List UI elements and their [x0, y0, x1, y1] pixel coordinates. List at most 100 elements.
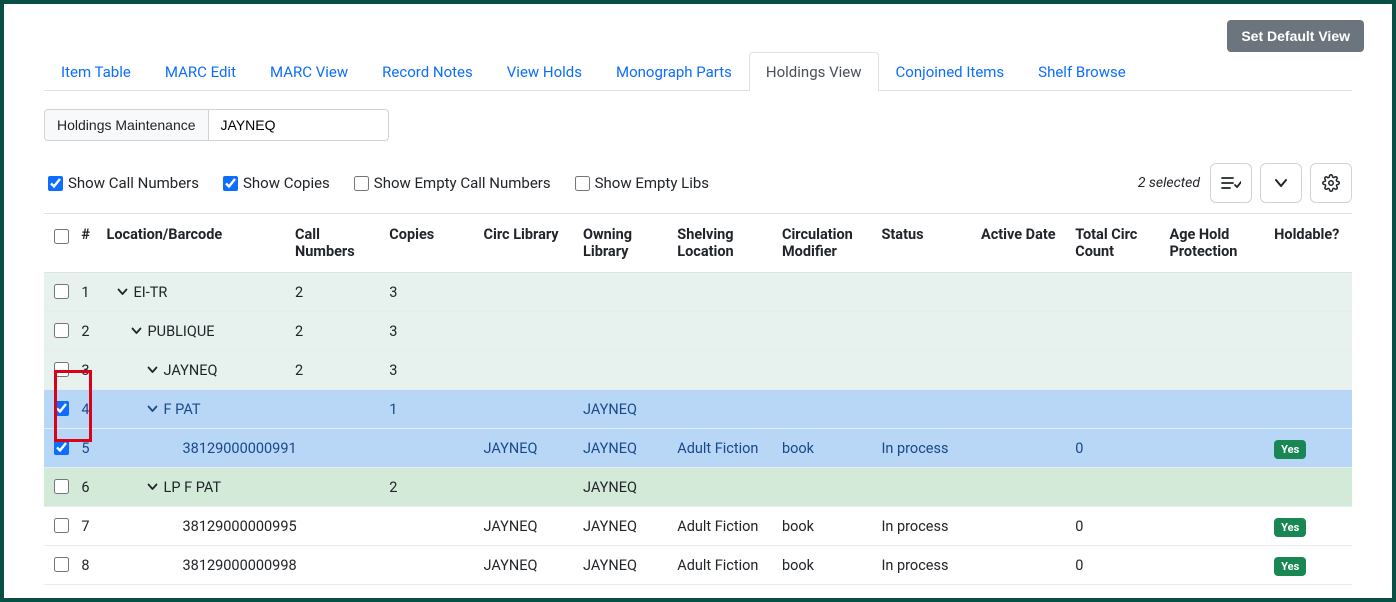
- age-hold-cell: [1163, 273, 1268, 312]
- col-age-hold[interactable]: Age Hold Protection: [1163, 214, 1268, 273]
- age-hold-cell: [1163, 351, 1268, 390]
- tab-conjoined-items[interactable]: Conjoined Items: [879, 52, 1022, 91]
- holdable-cell: [1268, 351, 1352, 390]
- tab-monograph-parts[interactable]: Monograph Parts: [599, 52, 749, 91]
- circ-modifier-cell: book: [776, 429, 875, 468]
- circ-library-cell: [478, 351, 577, 390]
- copies-cell: [383, 546, 477, 585]
- table-row[interactable]: 6LP F PAT2JAYNEQ: [44, 468, 1352, 507]
- show-copies-input[interactable]: [223, 176, 238, 191]
- age-hold-cell: [1163, 390, 1268, 429]
- status-cell: [875, 390, 974, 429]
- row-checkbox[interactable]: [54, 401, 69, 416]
- col-copies[interactable]: Copies: [383, 214, 477, 273]
- tab-holdings-view[interactable]: Holdings View: [749, 52, 879, 91]
- dropdown-button[interactable]: [1260, 163, 1302, 203]
- total-circ-cell: [1069, 312, 1163, 351]
- settings-button[interactable]: [1310, 163, 1352, 203]
- tab-item-table[interactable]: Item Table: [44, 52, 148, 91]
- tab-record-notes[interactable]: Record Notes: [365, 52, 490, 91]
- show-call-numbers-checkbox[interactable]: Show Call Numbers: [44, 173, 199, 194]
- status-cell: [875, 468, 974, 507]
- select-all-checkbox[interactable]: [54, 229, 69, 244]
- row-checkbox[interactable]: [54, 362, 69, 377]
- col-holdable[interactable]: Holdable?: [1268, 214, 1352, 273]
- show-copies-label: Show Copies: [243, 174, 330, 192]
- col-owning-library[interactable]: Owning Library: [577, 214, 671, 273]
- row-checkbox[interactable]: [54, 557, 69, 572]
- row-checkbox[interactable]: [54, 479, 69, 494]
- table-row[interactable]: 1EI-TR23: [44, 273, 1352, 312]
- col-num[interactable]: #: [75, 214, 100, 273]
- shelving-location-cell: [671, 468, 776, 507]
- circ-modifier-cell: [776, 390, 875, 429]
- location-label: F PAT: [164, 401, 201, 418]
- col-shelving-location[interactable]: Shelving Location: [671, 214, 776, 273]
- tab-view-holds[interactable]: View Holds: [490, 52, 599, 91]
- call-numbers-cell: 2: [289, 351, 383, 390]
- chevron-down-icon: [147, 483, 158, 491]
- circ-library-cell: [478, 273, 577, 312]
- copies-cell: [383, 507, 477, 546]
- location-input[interactable]: [209, 109, 389, 141]
- row-checkbox[interactable]: [54, 440, 69, 455]
- circ-library-cell: JAYNEQ: [478, 507, 577, 546]
- tab-marc-view[interactable]: MARC View: [253, 52, 365, 91]
- location-label: JAYNEQ: [164, 362, 218, 379]
- shelving-location-cell: Adult Fiction: [671, 507, 776, 546]
- owning-library-cell: JAYNEQ: [577, 546, 671, 585]
- expand-toggle[interactable]: LP F PAT: [147, 479, 222, 496]
- expand-toggle[interactable]: EI-TR: [117, 284, 168, 301]
- col-circ-modifier[interactable]: Circulation Modifier: [776, 214, 875, 273]
- copies-cell: 3: [383, 312, 477, 351]
- total-circ-cell: [1069, 390, 1163, 429]
- list-check-icon: [1221, 175, 1241, 191]
- row-checkbox[interactable]: [54, 518, 69, 533]
- col-circ-library[interactable]: Circ Library: [478, 214, 577, 273]
- table-row[interactable]: 3JAYNEQ23: [44, 351, 1352, 390]
- total-circ-cell: [1069, 351, 1163, 390]
- col-total-circ[interactable]: Total Circ Count: [1069, 214, 1163, 273]
- show-empty-libs-input[interactable]: [575, 176, 590, 191]
- status-cell: [875, 351, 974, 390]
- table-row[interactable]: 838129000000998JAYNEQJAYNEQAdult Fiction…: [44, 546, 1352, 585]
- row-number: 8: [75, 546, 100, 585]
- set-default-view-button[interactable]: Set Default View: [1227, 20, 1364, 52]
- row-number: 1: [75, 273, 100, 312]
- holdings-maintenance-button[interactable]: Holdings Maintenance: [44, 109, 209, 141]
- table-row[interactable]: 538129000000991JAYNEQJAYNEQAdult Fiction…: [44, 429, 1352, 468]
- total-circ-cell: [1069, 273, 1163, 312]
- col-call-numbers[interactable]: Call Numbers: [289, 214, 383, 273]
- location-label: LP F PAT: [164, 479, 222, 496]
- row-checkbox[interactable]: [54, 284, 69, 299]
- shelving-location-cell: [671, 351, 776, 390]
- call-numbers-cell: [289, 429, 383, 468]
- col-active-date[interactable]: Active Date: [975, 214, 1069, 273]
- show-empty-libs-label: Show Empty Libs: [595, 174, 709, 192]
- row-checkbox[interactable]: [54, 323, 69, 338]
- expand-toggle[interactable]: PUBLIQUE: [131, 323, 215, 340]
- expand-toggle[interactable]: JAYNEQ: [147, 362, 218, 379]
- table-row[interactable]: 4F PAT1JAYNEQ: [44, 390, 1352, 429]
- circ-library-cell: [478, 468, 577, 507]
- show-call-numbers-input[interactable]: [48, 176, 63, 191]
- actions-button[interactable]: [1210, 163, 1252, 203]
- circ-modifier-cell: [776, 468, 875, 507]
- holdable-cell: [1268, 273, 1352, 312]
- expand-toggle[interactable]: F PAT: [147, 401, 201, 418]
- owning-library-cell: [577, 273, 671, 312]
- tab-marc-edit[interactable]: MARC Edit: [148, 52, 253, 91]
- location-label: EI-TR: [134, 284, 168, 301]
- owning-library-cell: JAYNEQ: [577, 507, 671, 546]
- show-empty-libs-checkbox[interactable]: Show Empty Libs: [571, 173, 709, 194]
- show-empty-call-numbers-input[interactable]: [354, 176, 369, 191]
- tab-shelf-browse[interactable]: Shelf Browse: [1021, 52, 1143, 91]
- show-copies-checkbox[interactable]: Show Copies: [219, 173, 330, 194]
- col-location[interactable]: Location/Barcode: [101, 214, 290, 273]
- col-status[interactable]: Status: [875, 214, 974, 273]
- table-row[interactable]: 2PUBLIQUE23: [44, 312, 1352, 351]
- barcode-label: 38129000000998: [183, 557, 297, 574]
- active-date-cell: [975, 312, 1069, 351]
- show-empty-call-numbers-checkbox[interactable]: Show Empty Call Numbers: [350, 173, 551, 194]
- table-row[interactable]: 738129000000995JAYNEQJAYNEQAdult Fiction…: [44, 507, 1352, 546]
